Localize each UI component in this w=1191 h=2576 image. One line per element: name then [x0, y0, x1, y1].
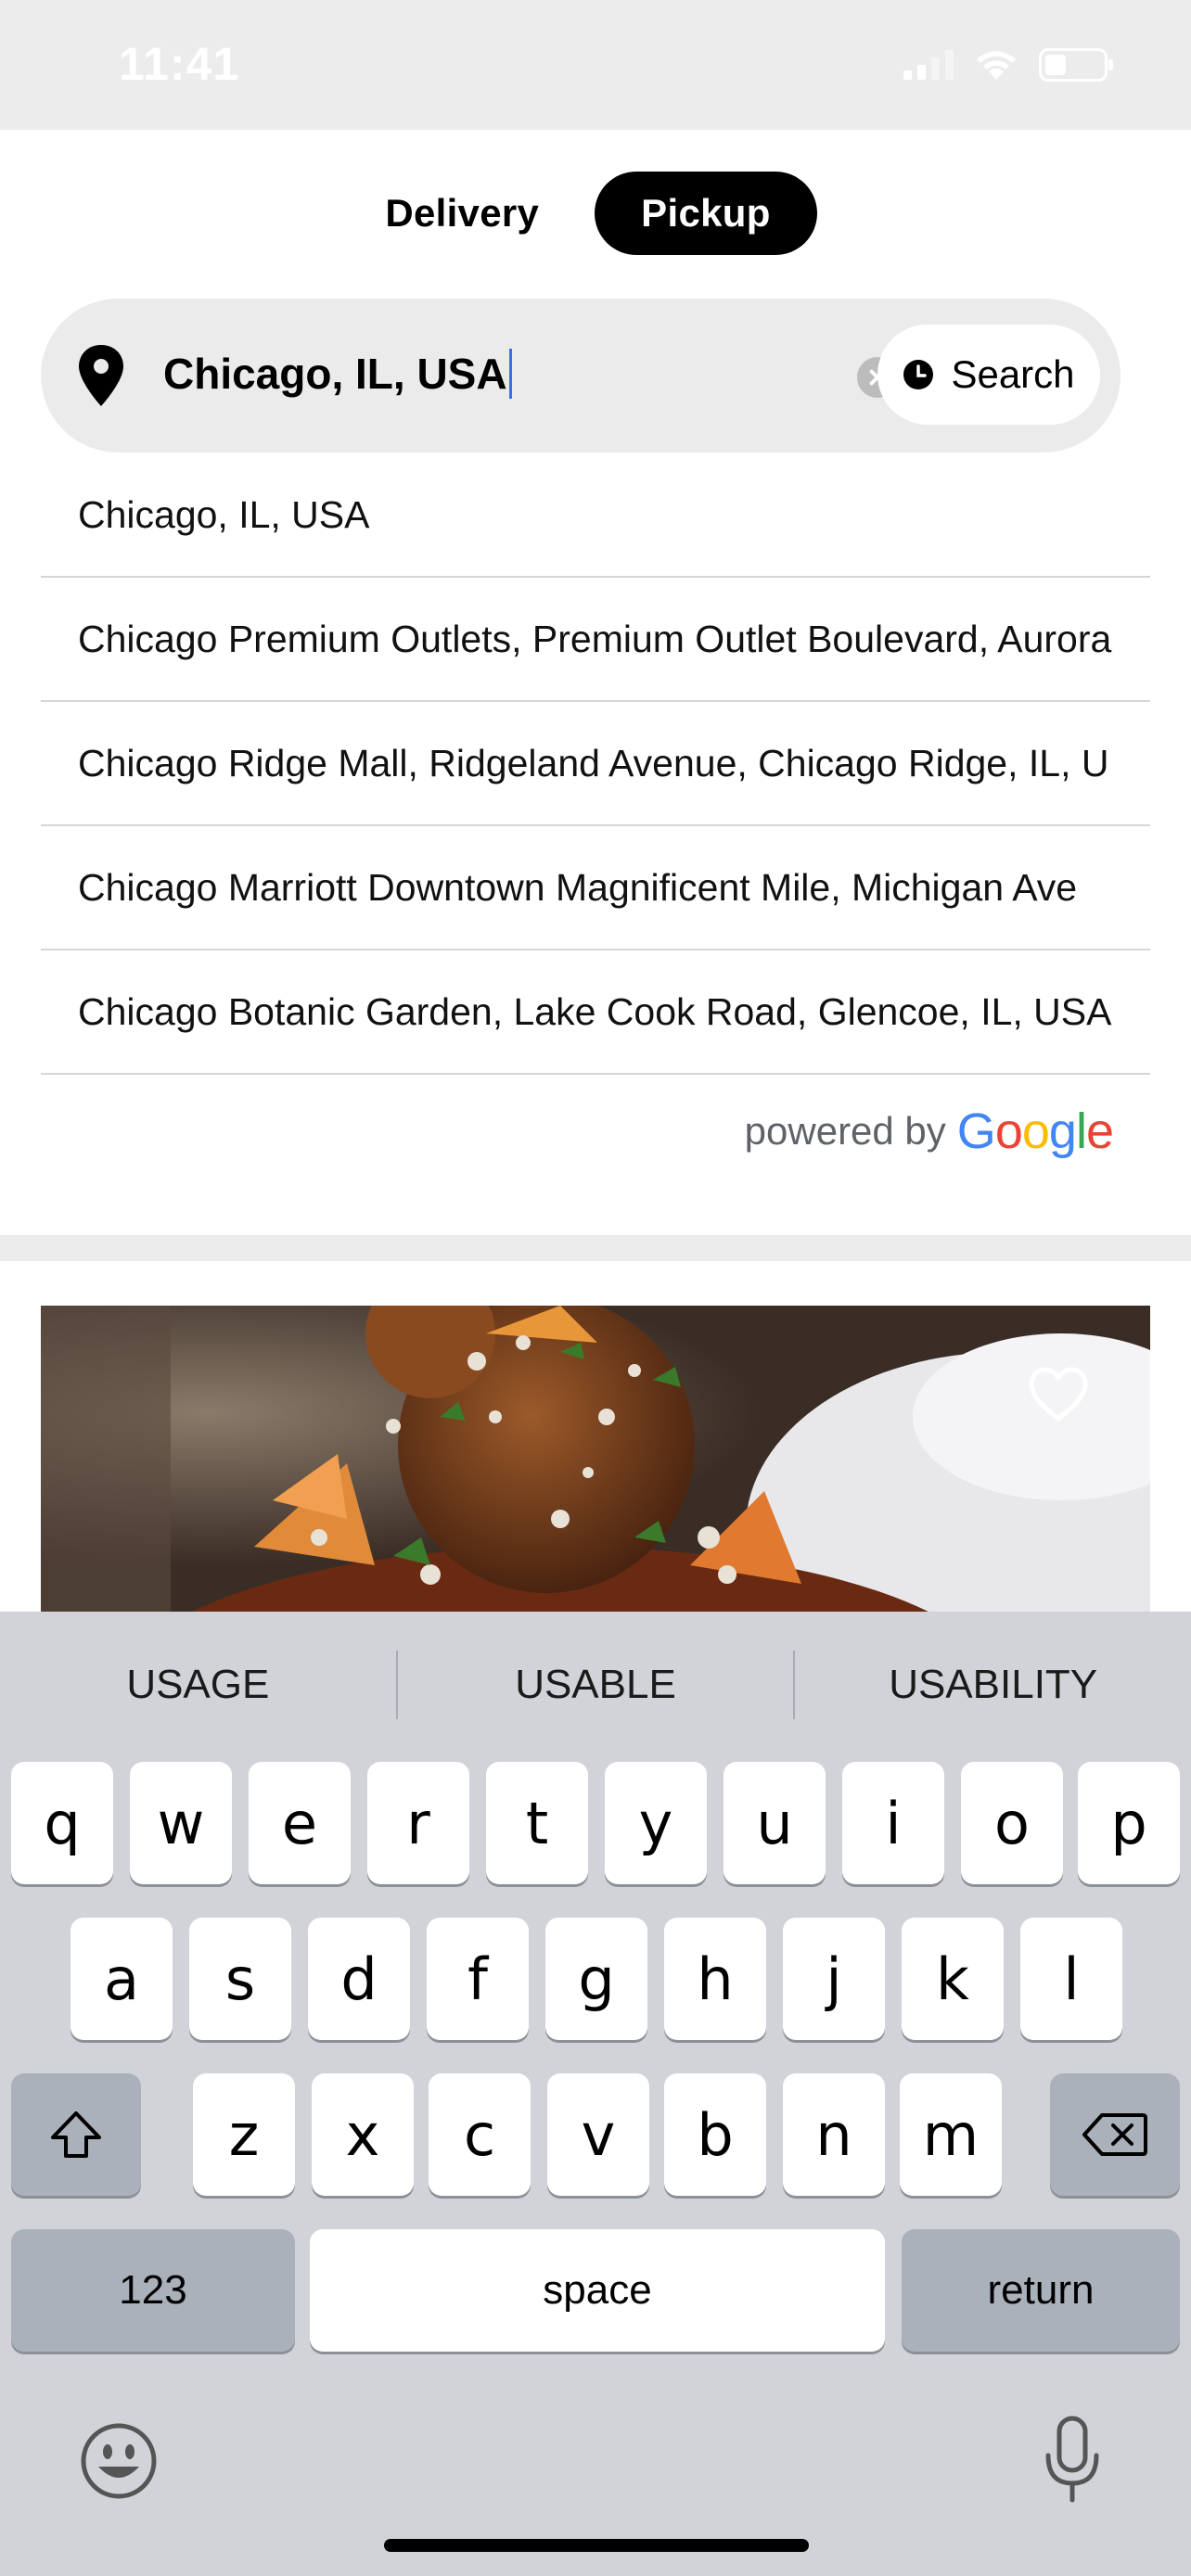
delivery-tab[interactable]: Delivery [374, 172, 550, 255]
key-x[interactable]: x [312, 2073, 414, 2196]
suggestion-item[interactable]: Chicago Ridge Mall, Ridgeland Avenue, Ch… [41, 702, 1150, 826]
battery-icon [1039, 48, 1113, 82]
location-search-bar[interactable]: Chicago, IL, USA Search [41, 299, 1121, 453]
key-h[interactable]: h [664, 1918, 766, 2040]
emoji-icon[interactable] [80, 2422, 158, 2500]
search-button[interactable]: Search [877, 325, 1100, 425]
key-p[interactable]: p [1078, 1762, 1180, 1884]
shift-arrow-icon [51, 2111, 101, 2158]
key-c[interactable]: c [429, 2073, 531, 2196]
key-s[interactable]: s [189, 1918, 291, 2040]
favorite-heart-icon[interactable] [1028, 1367, 1089, 1422]
suggestion-item[interactable]: Chicago Botanic Garden, Lake Cook Road, … [41, 950, 1150, 1075]
key-b[interactable]: b [664, 2073, 766, 2196]
space-key[interactable]: space [310, 2229, 885, 2352]
location-search-text: Chicago, IL, USA [163, 350, 507, 398]
predictive-text-bar: USAGE USABLE USABILITY [0, 1612, 1191, 1758]
prediction-item[interactable]: USAGE [0, 1662, 396, 1708]
key-v[interactable]: v [547, 2073, 649, 2196]
key-m[interactable]: m [900, 2073, 1002, 2196]
google-logo: Google [956, 1103, 1114, 1159]
key-w[interactable]: w [130, 1762, 232, 1884]
key-z[interactable]: z [193, 2073, 295, 2196]
key-r[interactable]: r [367, 1762, 469, 1884]
clock-icon [903, 360, 934, 389]
key-j[interactable]: j [783, 1918, 885, 2040]
return-key[interactable]: return [902, 2229, 1180, 2352]
status-icons [903, 48, 1113, 82]
key-d[interactable]: d [308, 1918, 410, 2040]
fulfillment-mode-toggle: Delivery Pickup [0, 172, 1191, 255]
key-l[interactable]: l [1020, 1918, 1122, 2040]
home-indicator [384, 2539, 809, 2552]
location-suggestions: Chicago, IL, USA Chicago Premium Outlets… [41, 453, 1150, 1159]
suggestion-item[interactable]: Chicago Premium Outlets, Premium Outlet … [41, 578, 1150, 702]
on-screen-keyboard: USAGE USABLE USABILITY q w e r t y u i o… [0, 1612, 1191, 2576]
microphone-icon[interactable] [1043, 2415, 1102, 2504]
key-y[interactable]: y [605, 1762, 707, 1884]
status-bar: 11:41 [0, 0, 1191, 130]
key-e[interactable]: e [249, 1762, 351, 1884]
suggestion-item[interactable]: Chicago, IL, USA [41, 453, 1150, 578]
key-u[interactable]: u [724, 1762, 826, 1884]
restaurant-food-image[interactable] [41, 1306, 1150, 1612]
pickup-tab[interactable]: Pickup [595, 172, 817, 255]
key-t[interactable]: t [486, 1762, 588, 1884]
key-i[interactable]: i [842, 1762, 944, 1884]
wifi-icon [977, 51, 1016, 80]
prediction-item[interactable]: USABLE [398, 1662, 794, 1708]
backspace-icon [1082, 2113, 1147, 2156]
location-search-input[interactable]: Chicago, IL, USA [163, 349, 512, 399]
backspace-key[interactable] [1050, 2073, 1180, 2196]
key-k[interactable]: k [902, 1918, 1004, 2040]
powered-by-text: powered by [744, 1109, 946, 1153]
numbers-key[interactable]: 123 [11, 2229, 295, 2352]
cellular-signal-icon [903, 50, 954, 80]
food-photo [41, 1306, 1150, 1612]
powered-by-google: powered by Google [41, 1075, 1150, 1188]
suggestion-item[interactable]: Chicago Marriott Downtown Magnificent Mi… [41, 826, 1150, 950]
shift-key[interactable] [11, 2073, 141, 2196]
section-divider [0, 1235, 1191, 1261]
location-pin-icon [79, 345, 123, 406]
key-a[interactable]: a [70, 1918, 173, 2040]
key-f[interactable]: f [427, 1918, 529, 2040]
search-button-label: Search [951, 352, 1075, 396]
prediction-item[interactable]: USABILITY [795, 1662, 1191, 1708]
status-time: 11:41 [119, 38, 240, 90]
key-n[interactable]: n [783, 2073, 885, 2196]
key-o[interactable]: o [961, 1762, 1063, 1884]
key-g[interactable]: g [545, 1918, 647, 2040]
text-caret [508, 349, 512, 399]
key-q[interactable]: q [11, 1762, 113, 1884]
